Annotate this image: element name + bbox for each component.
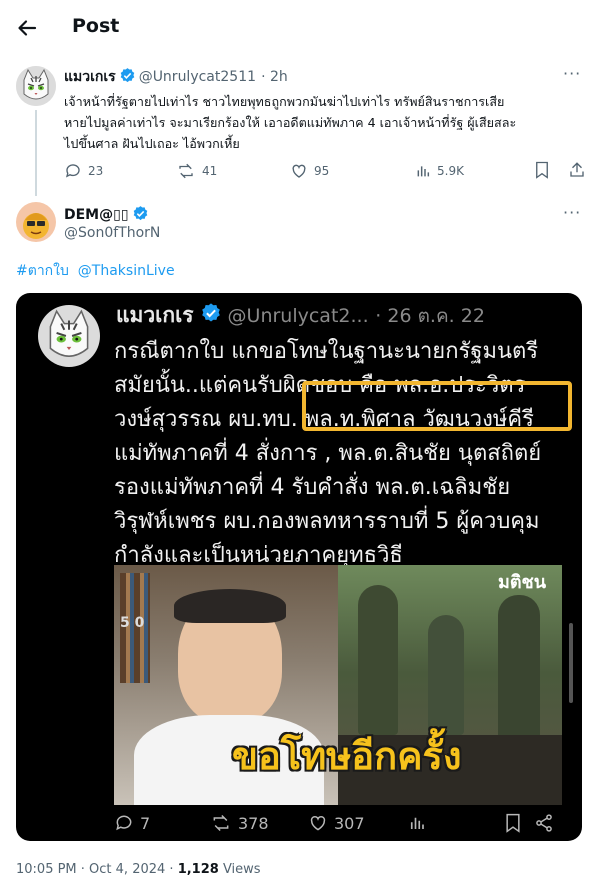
card-text-line: วิรุฬห์เพชร ผบ.กองพลทหารราบที่ 5 ผู้ควบค… xyxy=(114,509,540,534)
bookmark-button[interactable] xyxy=(534,161,550,182)
tweet-text: #ตากใบ @ThaksinLive xyxy=(16,260,175,282)
share-icon xyxy=(570,162,584,177)
share-icon xyxy=(534,813,554,837)
reply-button[interactable]: 23 xyxy=(64,162,103,180)
soldier-shape xyxy=(358,585,398,735)
tweet-author-row: แมวเกเร @Unrulycat2511 · 2h xyxy=(64,66,288,88)
hashtag-link[interactable]: #ตากใบ xyxy=(16,263,69,279)
tweet-text-line: เจ้าหน้าที่รัฐตายไปเท่าไร ชาวไทยพุทธถูกพ… xyxy=(64,94,505,109)
verified-badge-icon xyxy=(132,205,149,226)
bookmark-icon xyxy=(504,813,522,837)
repost-button[interactable]: 41 xyxy=(176,162,217,180)
character-avatar-icon xyxy=(16,202,56,242)
tweet-text: เจ้าหน้าที่รัฐตายไปเท่าไร ชาวไทยพุทธถูกพ… xyxy=(64,91,584,154)
arrow-left-icon xyxy=(18,20,37,36)
share-button[interactable] xyxy=(568,161,586,182)
tweet-text-line: หายไปมูลค่าเท่าไร จะมาเรียกร้องให้ เอาอด… xyxy=(64,115,517,130)
views-label: Views xyxy=(218,862,261,877)
tweet-author-row: DEM@▯▯ xyxy=(64,204,152,226)
more-options-button[interactable]: ··· xyxy=(563,203,581,222)
post-timestamp[interactable]: 10:05 PM · Oct 4, 2024 · xyxy=(16,862,178,877)
author-name[interactable]: แมวเกเร xyxy=(64,69,116,85)
card-text-line: รองแม่ทัพภาคที่ 4 รับคำสั่ง พล.ต.เฉลิมชั… xyxy=(114,475,511,500)
highlight-box xyxy=(302,381,572,431)
analytics-icon xyxy=(408,814,426,836)
card-repost-count: 378 xyxy=(238,813,269,833)
tweet-text-line: ไปขึ้นศาล ฝันไปเถอะ ไอ้พวกเหี้ย xyxy=(64,136,240,151)
reply-count: 23 xyxy=(88,164,104,178)
reply-icon xyxy=(65,164,80,178)
card-like-count: 307 xyxy=(334,813,365,833)
repost-count: 41 xyxy=(202,164,218,178)
tweet-actions: 23 41 95 5.9K xyxy=(64,161,584,181)
views-button[interactable]: 5.9K xyxy=(415,163,464,179)
author-name[interactable]: DEM@▯▯ xyxy=(64,207,129,223)
card-text-line: กรณีตากใบ แกขอโทษในฐานะนายกรัฐมนตรี xyxy=(114,339,539,364)
view-count: 5.9K xyxy=(437,164,464,178)
author-handle[interactable]: @Unrulycat2511 xyxy=(139,69,256,85)
verified-badge-icon xyxy=(200,302,222,329)
analytics-icon xyxy=(417,166,430,177)
card-scrollbar xyxy=(569,623,573,703)
watermark: มติชน xyxy=(498,572,547,593)
mention-link[interactable]: @ThaksinLive xyxy=(78,263,175,279)
card-author-name: แมวเกเร xyxy=(116,303,194,327)
repost-icon xyxy=(179,163,193,179)
card-text: กรณีตากใบ แกขอโทษในฐานะนายกรัฐมนตรี สมัย… xyxy=(114,335,574,573)
image-caption: ขอโทษอีกครั้ง xyxy=(232,734,462,778)
like-button[interactable]: 95 xyxy=(290,162,329,180)
cat-avatar-icon xyxy=(16,66,56,106)
page-title: Post xyxy=(72,15,120,37)
back-button[interactable] xyxy=(14,15,40,41)
card-date: · 26 ต.ค. 22 xyxy=(375,305,485,327)
card-like: 307 xyxy=(308,813,365,833)
author-handle[interactable]: @Son0fThorN xyxy=(64,225,160,241)
avatar[interactable] xyxy=(16,202,56,242)
cat-avatar-icon xyxy=(38,305,100,367)
more-options-button[interactable]: ··· xyxy=(563,64,581,83)
view-count-total: 1,128 xyxy=(177,862,219,877)
card-repost: 378 xyxy=(210,813,269,833)
bookmark-icon xyxy=(536,161,548,179)
card-author-row: แมวเกเร @Unrulycat2... · 26 ต.ค. 22 xyxy=(116,299,485,332)
card-avatar xyxy=(38,305,100,367)
book-number: 5 0 xyxy=(120,615,145,631)
like-count: 95 xyxy=(314,164,330,178)
card-text-line: แม่ทัพภาคที่ 4 สั่งการ , พล.ต.สินชัย นุต… xyxy=(114,441,542,466)
verified-badge-icon xyxy=(119,67,136,88)
media-image[interactable]: แมวเกเร @Unrulycat2... · 26 ต.ค. 22 กรณีต… xyxy=(16,293,582,841)
thread-line xyxy=(35,110,37,196)
hair-shape xyxy=(174,589,286,623)
post-header: Post xyxy=(0,0,598,54)
avatar[interactable] xyxy=(16,66,56,106)
card-reply: 7 xyxy=(114,813,150,833)
heart-icon xyxy=(292,164,306,178)
news-photo: 5 0 มติชน ขอโทษอีกครั้ง xyxy=(114,565,562,805)
repost-icon xyxy=(213,814,229,832)
heart-icon xyxy=(310,816,326,831)
soldier-shape xyxy=(428,615,464,735)
soldier-shape xyxy=(498,595,540,745)
post-time[interactable]: · 2h xyxy=(261,69,288,85)
reply-icon xyxy=(116,815,132,831)
post-meta: 10:05 PM · Oct 4, 2024 · 1,128 Views xyxy=(16,862,261,877)
card-reply-count: 7 xyxy=(140,813,151,833)
card-author-handle: @Unrulycat2... xyxy=(227,305,369,327)
